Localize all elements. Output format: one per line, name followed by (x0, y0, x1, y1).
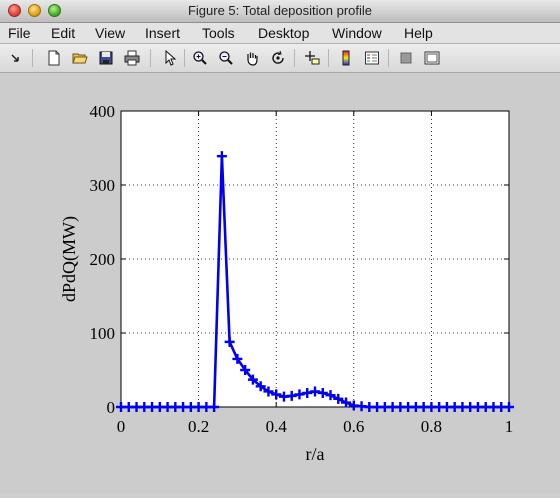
menu-bar: File Edit View Insert Tools Desktop Wind… (0, 23, 560, 44)
dock-arrow-icon[interactable] (6, 48, 26, 68)
menu-desktop[interactable]: Desktop (258, 25, 309, 41)
hide-plot-tools-icon[interactable] (396, 48, 416, 68)
data-cursor-icon[interactable] (302, 48, 322, 68)
x-tick-label: 0.8 (421, 417, 442, 436)
y-tick-label: 400 (90, 102, 116, 121)
menu-help[interactable]: Help (404, 25, 433, 41)
x-tick-label: 0 (117, 417, 126, 436)
rotate-3d-icon[interactable] (268, 48, 288, 68)
new-figure-icon[interactable] (44, 48, 64, 68)
x-tick-label: 0.4 (266, 417, 288, 436)
y-tick-label: 0 (107, 398, 116, 417)
y-tick-label: 100 (90, 324, 116, 343)
plot-svg: 0 0.2 0.4 0.6 0.8 1 0 100 200 300 400 r/a dPdQ(MW) (59, 102, 514, 464)
figure-canvas: 0 0.2 0.4 0.6 0.8 1 0 100 200 300 400 r/a dPdQ(MW) (0, 73, 560, 493)
x-axis-label: r/a (306, 444, 325, 464)
menu-window[interactable]: Window (332, 25, 382, 41)
x-tick-label: 0.6 (343, 417, 364, 436)
open-file-icon[interactable] (70, 48, 90, 68)
figure-window: Figure 5: Total deposition profile File … (0, 0, 560, 493)
select-arrow-icon[interactable] (160, 48, 180, 68)
colorbar-icon[interactable] (336, 48, 356, 68)
y-tick-label: 200 (90, 250, 116, 269)
axes-background (121, 111, 509, 407)
zoom-in-icon[interactable] (190, 48, 210, 68)
x-tick-label: 0.2 (188, 417, 209, 436)
y-tick-label: 300 (90, 176, 116, 195)
save-icon[interactable] (96, 48, 116, 68)
menu-file[interactable]: File (8, 25, 31, 41)
title-bar[interactable]: Figure 5: Total deposition profile (0, 0, 560, 23)
zoom-out-icon[interactable] (216, 48, 236, 68)
show-plot-tools-icon[interactable] (422, 48, 442, 68)
figure-toolbar (0, 44, 560, 73)
legend-icon[interactable] (362, 48, 382, 68)
menu-insert[interactable]: Insert (145, 25, 180, 41)
menu-edit[interactable]: Edit (51, 25, 75, 41)
y-axis-label: dPdQ(MW) (59, 216, 80, 302)
menu-tools[interactable]: Tools (202, 25, 235, 41)
pan-hand-icon[interactable] (242, 48, 262, 68)
print-icon[interactable] (122, 48, 142, 68)
x-tick-label: 1 (505, 417, 514, 436)
window-title: Figure 5: Total deposition profile (187, 3, 373, 18)
menu-view[interactable]: View (95, 25, 125, 41)
